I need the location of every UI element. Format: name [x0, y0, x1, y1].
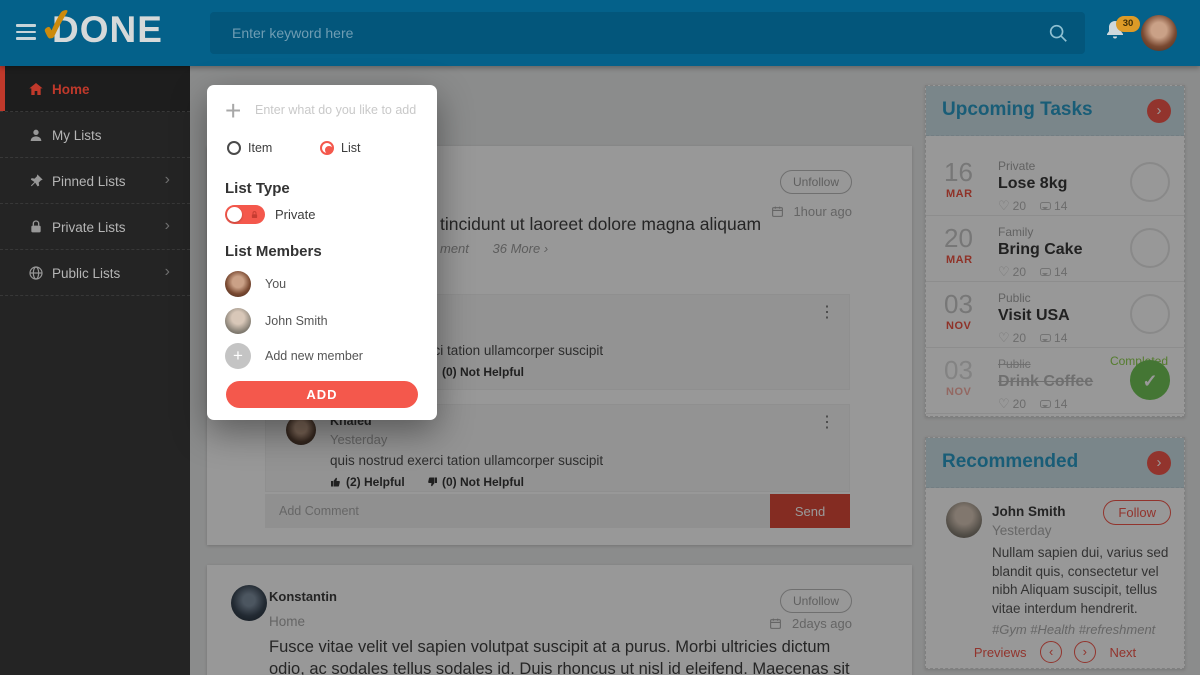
notifications-bell[interactable]: 30 [1103, 16, 1143, 52]
member-john-smith: John Smith [225, 308, 419, 336]
radio-item[interactable]: Item [227, 141, 272, 155]
radio-list-circle[interactable] [320, 141, 334, 155]
sidebar-nav: Home My Lists Pinned Lists › Private Lis… [0, 66, 190, 675]
sidebar-item-public-lists[interactable]: Public Lists › [0, 250, 190, 296]
list-type-heading: List Type [225, 180, 290, 197]
sidebar-item-private-lists[interactable]: Private Lists › [0, 204, 190, 250]
logo-check-icon: ✓ [34, 0, 81, 54]
person-icon [28, 127, 44, 143]
sidebar-item-my-lists[interactable]: My Lists [0, 112, 190, 158]
sidebar-item-pinned-lists[interactable]: Pinned Lists › [0, 158, 190, 204]
plus-icon: + [225, 343, 251, 369]
list-members-heading: List Members [225, 243, 322, 260]
radio-item-circle[interactable] [227, 141, 241, 155]
globe-icon [28, 265, 44, 281]
user-avatar[interactable] [1141, 15, 1177, 51]
chevron-right-icon: › [164, 217, 170, 234]
type-radio-group: Item List [227, 141, 417, 161]
home-icon [28, 81, 44, 97]
sidebar-item-home[interactable]: Home [0, 66, 190, 112]
member-you: You [225, 271, 419, 299]
toggle-label: Private [275, 207, 316, 222]
search-bar [210, 12, 1085, 54]
top-bar: ✓DONE 30 [0, 0, 1200, 66]
member-avatar [225, 271, 251, 297]
notification-badge: 30 [1116, 16, 1140, 32]
private-toggle[interactable] [225, 205, 265, 224]
chevron-right-icon: › [164, 263, 170, 280]
search-input[interactable] [210, 12, 1085, 54]
app-logo[interactable]: ✓ DONE [35, 0, 163, 53]
add-button[interactable]: ADD [226, 381, 418, 408]
pin-icon [28, 173, 44, 189]
lock-icon [28, 219, 44, 235]
add-new-member-button[interactable]: + Add new member [225, 343, 419, 371]
search-icon[interactable] [1047, 22, 1069, 44]
hamburger-menu-icon[interactable] [16, 24, 38, 44]
radio-list[interactable]: List [320, 141, 360, 155]
add-item-modal: + Item List List Type Private List Membe… [207, 85, 437, 420]
plus-icon: + [225, 95, 242, 126]
lock-icon [250, 209, 259, 221]
add-title-input[interactable] [255, 99, 425, 121]
member-avatar [225, 308, 251, 334]
chevron-right-icon: › [164, 171, 170, 188]
